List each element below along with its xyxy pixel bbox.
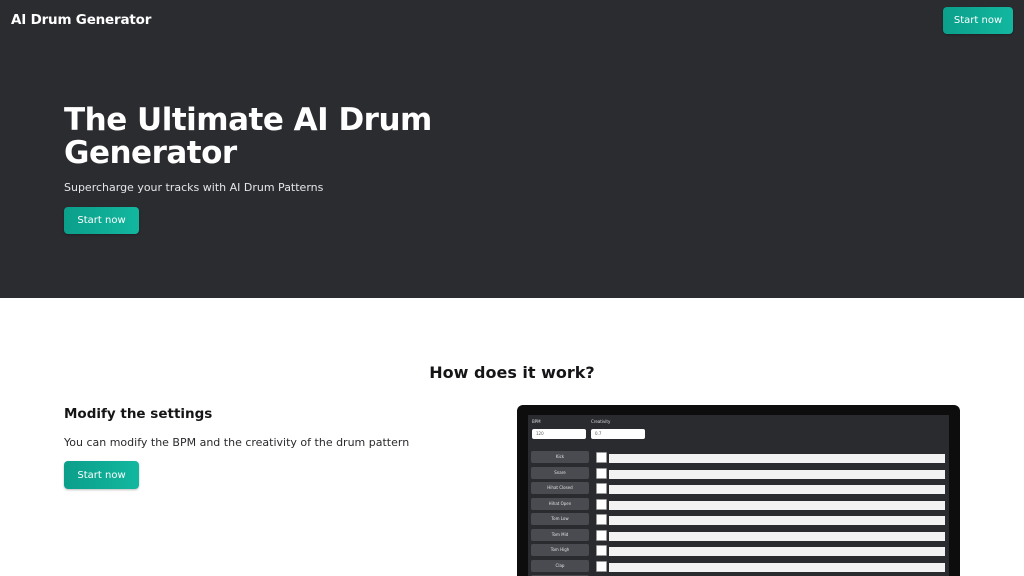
hero-subtitle: Supercharge your tracks with AI Drum Pat…: [64, 181, 324, 194]
step-checkbox[interactable]: [596, 514, 607, 525]
app-preview-device: BPM 120 Creativity 0.7 Kick Snare Hihat …: [517, 405, 960, 576]
instrument-label: Tom High: [531, 544, 589, 556]
instrument-label: Hihat Open: [531, 497, 589, 510]
bpm-input[interactable]: 120: [532, 429, 586, 439]
creativity-input[interactable]: 0.7: [591, 429, 645, 439]
step-lane: [609, 469, 945, 479]
step-lane: [609, 500, 945, 510]
step-checkbox[interactable]: [596, 545, 607, 556]
instrument-label: Kick: [531, 451, 589, 463]
instrument-label: Hihat Closed: [531, 482, 589, 494]
how-it-works-heading: How does it work?: [429, 363, 595, 382]
brand-logo-text[interactable]: AI Drum Generator: [11, 12, 151, 28]
step-lane: [609, 562, 945, 572]
step-lane: [609, 547, 945, 556]
hero-start-now-button[interactable]: Start now: [64, 207, 139, 234]
app-preview-screen: BPM 120 Creativity 0.7 Kick Snare Hihat …: [528, 415, 949, 576]
nav-start-now-button[interactable]: Start now: [943, 7, 1013, 34]
step-checkbox[interactable]: [596, 483, 607, 494]
hero-title: The Ultimate AI Drum Generator: [64, 102, 432, 171]
instrument-label: Tom Mid: [531, 528, 589, 541]
instrument-label: Snare: [531, 466, 589, 479]
instrument-label: Clap: [531, 559, 589, 572]
step-checkbox[interactable]: [596, 467, 607, 479]
hero-section: AI Drum Generator Start now The Ultimate…: [0, 0, 1024, 298]
step-lane: [609, 516, 945, 525]
step-lane: [609, 485, 945, 494]
step-title: Modify the settings: [64, 406, 213, 422]
bpm-label: BPM: [532, 419, 541, 424]
instrument-label: Tom Low: [531, 513, 589, 525]
creativity-label: Creativity: [591, 419, 611, 424]
step-lane: [609, 531, 945, 541]
step-description: You can modify the BPM and the creativit…: [64, 436, 410, 449]
step-checkbox[interactable]: [596, 498, 607, 510]
step-lane: [609, 454, 945, 463]
step-checkbox[interactable]: [596, 452, 607, 463]
step-checkbox[interactable]: [596, 560, 607, 572]
step-checkbox[interactable]: [596, 529, 607, 541]
step-start-now-button[interactable]: Start now: [64, 461, 139, 489]
